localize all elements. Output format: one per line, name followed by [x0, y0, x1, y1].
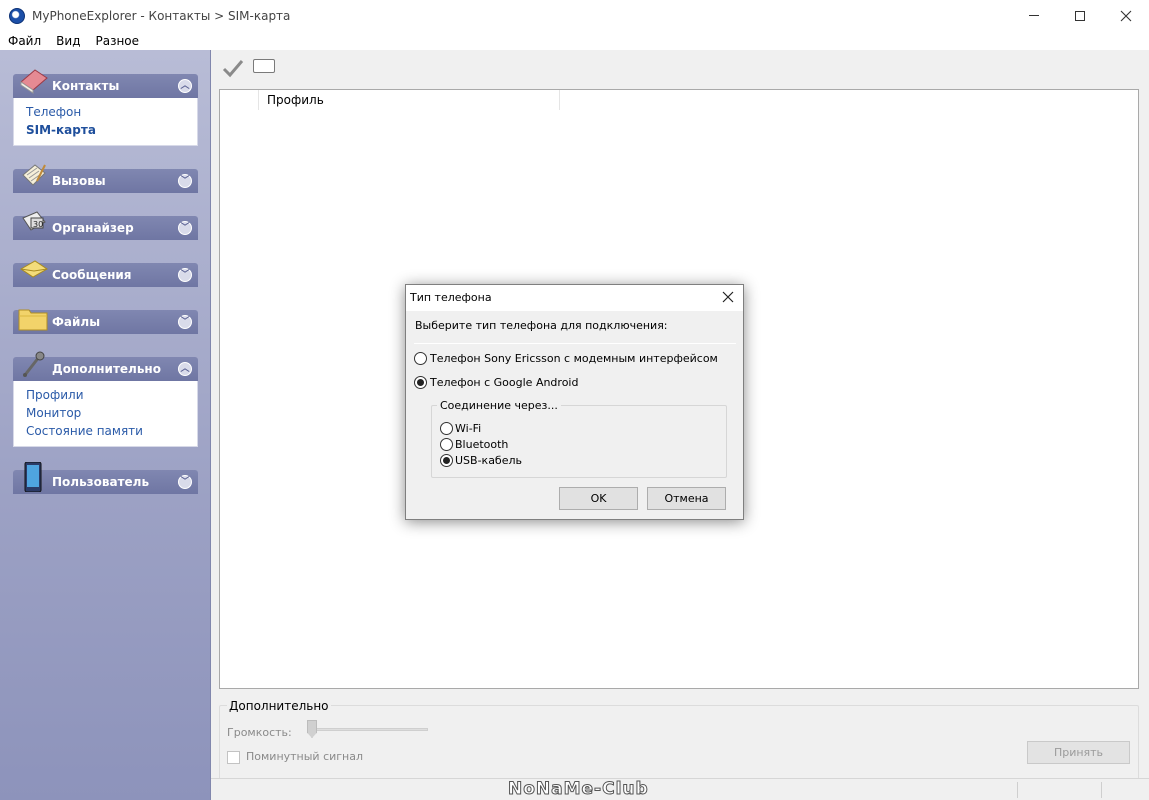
- svg-text:30: 30: [33, 220, 43, 229]
- radio-label-wifi[interactable]: Wi-Fi: [455, 422, 481, 435]
- sidebar-group-user: Пользователь ﹀: [13, 462, 198, 494]
- phone-type-dialog: Тип телефона Выберите тип телефона для п…: [405, 284, 744, 520]
- radio-label-bluetooth[interactable]: Bluetooth: [455, 438, 508, 451]
- files-folder-icon: [18, 309, 48, 331]
- close-icon: [1120, 10, 1132, 21]
- status-bar: NoNaMe-Club: [211, 778, 1149, 800]
- column-header-profile[interactable]: Профиль: [267, 93, 324, 107]
- sidebar-group-label: Дополнительно: [52, 362, 161, 376]
- volume-slider-thumb[interactable]: [307, 720, 317, 738]
- menu-file[interactable]: Файл: [0, 34, 48, 48]
- radio-android[interactable]: [414, 376, 427, 389]
- sidebar-group-label: Пользователь: [52, 475, 150, 489]
- sidebar-group-header-calls[interactable]: Вызовы ﹀: [13, 164, 198, 193]
- calls-notepad-icon: [22, 164, 46, 186]
- connection-group-title: Соединение через...: [437, 399, 561, 412]
- sidebar-group-body-contacts: Телефон SIM-карта: [13, 98, 198, 146]
- connection-group: Соединение через... Wi-Fi Bluetooth USB-…: [431, 399, 727, 478]
- dialog-close-icon[interactable]: [721, 290, 735, 304]
- chevron-down-icon[interactable]: ﹀: [178, 268, 192, 282]
- chevron-down-icon[interactable]: ﹀: [178, 174, 192, 188]
- sidebar-group-extras: Дополнительно ︿ Профили Монитор Состояни…: [13, 351, 198, 447]
- sidebar-group-header-extras[interactable]: Дополнительно ︿: [13, 351, 198, 381]
- dialog-title-bar: Тип телефона: [406, 285, 743, 311]
- sidebar-group-header-user[interactable]: Пользователь ﹀: [13, 462, 198, 494]
- dialog-separator: [414, 343, 736, 344]
- cancel-button[interactable]: Отмена: [647, 487, 726, 510]
- radio-usb[interactable]: [440, 454, 453, 467]
- sidebar-group-label: Контакты: [52, 79, 120, 93]
- checkmark-icon[interactable]: [222, 58, 244, 78]
- sidebar-group-label: Сообщения: [52, 268, 132, 282]
- sidebar-group-header-files[interactable]: Файлы ﹀: [13, 309, 198, 334]
- toolbar: [211, 50, 1149, 86]
- radio-wifi[interactable]: [440, 422, 453, 435]
- volume-slider-track[interactable]: [308, 728, 428, 731]
- sidebar-item-monitor[interactable]: Монитор: [26, 404, 185, 422]
- sidebar-group-messages: Сообщения ﹀: [13, 260, 198, 287]
- radio-label-usb[interactable]: USB-кабель: [455, 454, 522, 467]
- sidebar-item-phone[interactable]: Телефон: [26, 103, 185, 121]
- volume-label: Громкость:: [227, 726, 292, 739]
- sidebar-item-sim-card[interactable]: SIM-карта: [26, 121, 185, 139]
- extra-panel-title: Дополнительно: [227, 699, 331, 713]
- user-phone-icon: [24, 462, 42, 492]
- sidebar-group-files: Файлы ﹀: [13, 309, 198, 334]
- chevron-up-icon[interactable]: ︿: [178, 79, 192, 93]
- status-separator: [1017, 782, 1018, 798]
- minute-signal-label: Поминутный сигнал: [246, 750, 364, 763]
- title-bar: MyPhoneExplorer - Контакты > SIM-карта: [0, 0, 1149, 31]
- messages-envelope-icon: [20, 260, 48, 278]
- maximize-button[interactable]: [1057, 0, 1103, 31]
- column-divider: [559, 90, 560, 110]
- ok-button[interactable]: OK: [559, 487, 638, 510]
- status-separator: [1101, 782, 1102, 798]
- close-button[interactable]: [1103, 0, 1149, 31]
- sidebar-group-contacts: Контакты ︿ Телефон SIM-карта: [13, 69, 198, 146]
- chevron-down-icon[interactable]: ﹀: [178, 475, 192, 489]
- radio-label-android[interactable]: Телефон с Google Android: [430, 376, 578, 389]
- menu-bar: Файл Вид Разное: [0, 31, 1149, 50]
- sidebar-item-profiles[interactable]: Профили: [26, 386, 185, 404]
- window-controls: [1011, 0, 1149, 31]
- app-logo-icon: [9, 7, 25, 24]
- sidebar-group-label: Файлы: [52, 315, 101, 329]
- window-title: MyPhoneExplorer - Контакты > SIM-карта: [32, 8, 291, 23]
- radio-label-sony-ericsson[interactable]: Телефон Sony Ericsson с модемным интерфе…: [430, 352, 718, 365]
- sidebar-group-label: Вызовы: [52, 174, 106, 188]
- sidebar-group-body-extras: Профили Монитор Состояние памяти: [13, 381, 198, 447]
- minimize-button[interactable]: [1011, 0, 1057, 31]
- contacts-book-icon: [20, 69, 48, 94]
- maximize-icon: [1075, 10, 1085, 21]
- chevron-down-icon[interactable]: ﹀: [178, 221, 192, 235]
- chevron-up-icon[interactable]: ︿: [178, 362, 192, 376]
- apply-button[interactable]: Принять: [1027, 741, 1130, 764]
- chevron-down-icon[interactable]: ﹀: [178, 315, 192, 329]
- organizer-calendar-icon: 30: [22, 211, 46, 231]
- sidebar-group-header-organizer[interactable]: 30 Органайзер ﹀: [13, 211, 198, 240]
- list-header: Профиль: [220, 90, 1138, 110]
- menu-view[interactable]: Вид: [48, 34, 87, 48]
- sidebar-group-header-contacts[interactable]: Контакты ︿: [13, 69, 198, 98]
- extras-tools-icon: [23, 351, 45, 377]
- sidebar-group-calls: Вызовы ﹀: [13, 164, 198, 193]
- dialog-prompt: Выберите тип телефона для подключения:: [415, 319, 668, 332]
- radio-sony-ericsson[interactable]: [414, 352, 427, 365]
- minute-signal-checkbox[interactable]: [227, 751, 240, 764]
- watermark: NoNaMe-Club: [508, 779, 649, 800]
- column-divider: [258, 90, 259, 110]
- rectangle-icon[interactable]: [253, 59, 275, 73]
- sidebar-group-header-messages[interactable]: Сообщения ﹀: [13, 260, 198, 287]
- menu-misc[interactable]: Разное: [87, 34, 146, 48]
- sidebar-group-label: Органайзер: [52, 221, 134, 235]
- radio-bluetooth[interactable]: [440, 438, 453, 451]
- sidebar: Контакты ︿ Телефон SIM-карта Вызовы ﹀ 30…: [0, 50, 211, 800]
- sidebar-group-organizer: 30 Органайзер ﹀: [13, 211, 198, 240]
- minimize-icon: [1029, 15, 1039, 16]
- dialog-title: Тип телефона: [410, 291, 492, 304]
- sidebar-item-memory-status[interactable]: Состояние памяти: [26, 422, 185, 440]
